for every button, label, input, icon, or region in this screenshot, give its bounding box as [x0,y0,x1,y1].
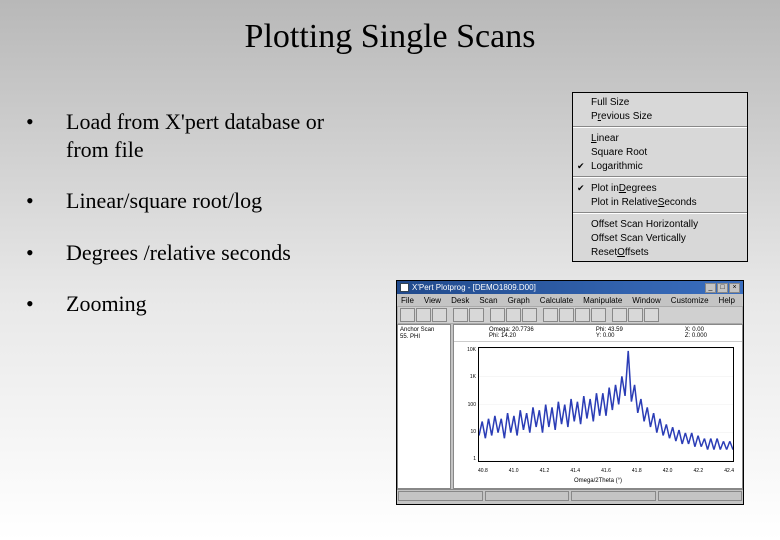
toolbar-button[interactable] [416,308,431,322]
bullet-item: •Load from X'pert database or from file [26,108,366,163]
context-menu: Full Size Previous Size Linear Square Ro… [572,92,748,262]
bullet-list: •Load from X'pert database or from file … [26,108,366,342]
bullet-dot: • [26,290,66,318]
bullet-dot: • [26,108,66,163]
toolbar-button[interactable] [506,308,521,322]
menu-help[interactable]: Help [719,296,735,305]
check-icon: ✔ [577,183,585,194]
status-cell [485,491,570,501]
menu-view[interactable]: View [424,296,441,305]
app-toolbar [397,306,743,324]
menu-logarithmic[interactable]: ✔Logarithmic [573,159,747,173]
menu-linear[interactable]: Linear [573,131,747,145]
toolbar-button[interactable] [522,308,537,322]
window-titlebar[interactable]: X'Pert Plotprog - [DEMO1809.D00] _ □ × [397,281,743,294]
menu-calculate[interactable]: Calculate [540,296,573,305]
y-axis-ticks: 10K 1K 100 10 1 [456,347,476,462]
check-icon: ✔ [577,161,585,172]
toolbar-button[interactable] [453,308,468,322]
sidebar-line: Anchor Scan [400,327,448,334]
window-title: X'Pert Plotprog - [DEMO1809.D00] [412,283,536,292]
menu-graph[interactable]: Graph [508,296,530,305]
menu-plot-seconds[interactable]: Plot in Relative Seconds [573,195,747,209]
toolbar-button[interactable] [644,308,659,322]
menu-scan[interactable]: Scan [479,296,497,305]
toolbar-button[interactable] [591,308,606,322]
toolbar-button[interactable] [432,308,447,322]
menu-desk[interactable]: Desk [451,296,469,305]
toolbar-button[interactable] [628,308,643,322]
chart-svg [479,348,733,461]
toolbar-button[interactable] [559,308,574,322]
menu-plot-degrees[interactable]: ✔Plot in Degrees [573,181,747,195]
plot-canvas[interactable]: Omega: 20.7736Phi: 14.20 Phi: 43.59Y: 0.… [453,324,743,489]
bullet-text: Zooming [66,290,147,318]
bullet-dot: • [26,239,66,267]
menu-file[interactable]: File [401,296,414,305]
sidebar-line: 55. PHI [400,334,448,341]
plot-info-header: Omega: 20.7736Phi: 14.20 Phi: 43.59Y: 0.… [454,325,742,342]
x-axis-ticks: 40.8 41.0 41.2 41.4 41.6 41.8 42.0 42.2 … [478,468,734,474]
chart-region[interactable] [478,347,734,462]
app-menubar: File View Desk Scan Graph Calculate Mani… [397,294,743,306]
menu-offset-horizontal[interactable]: Offset Scan Horizontally [573,217,747,231]
status-cell [658,491,743,501]
bullet-item: •Degrees /relative seconds [26,239,366,267]
toolbar-button[interactable] [543,308,558,322]
plot-application-window: X'Pert Plotprog - [DEMO1809.D00] _ □ × F… [396,280,744,505]
scan-tree-sidebar[interactable]: Anchor Scan 55. PHI [397,324,451,489]
menu-window[interactable]: Window [632,296,660,305]
status-cell [398,491,483,501]
menu-reset-offsets[interactable]: Reset Offsets [573,245,747,259]
maximize-button[interactable]: □ [717,283,728,293]
status-cell [571,491,656,501]
menu-customize[interactable]: Customize [671,296,709,305]
bullet-text: Load from X'pert database or from file [66,108,366,163]
toolbar-button[interactable] [400,308,415,322]
minimize-button[interactable]: _ [705,283,716,293]
toolbar-button[interactable] [469,308,484,322]
bullet-text: Degrees /relative seconds [66,239,291,267]
menu-manipulate[interactable]: Manipulate [583,296,622,305]
menu-full-size[interactable]: Full Size [573,95,747,109]
close-button[interactable]: × [729,283,740,293]
status-bar [397,489,743,502]
toolbar-button[interactable] [575,308,590,322]
menu-previous-size[interactable]: Previous Size [573,109,747,123]
slide-title: Plotting Single Scans [0,0,780,56]
toolbar-button[interactable] [612,308,627,322]
x-axis-label: Omega/2Theta (°) [454,478,742,484]
app-icon [400,283,409,292]
bullet-text: Linear/square root/log [66,187,262,215]
toolbar-button[interactable] [490,308,505,322]
bullet-item: •Zooming [26,290,366,318]
bullet-dot: • [26,187,66,215]
bullet-item: •Linear/square root/log [26,187,366,215]
menu-square-root[interactable]: Square Root [573,145,747,159]
menu-offset-vertical[interactable]: Offset Scan Vertically [573,231,747,245]
